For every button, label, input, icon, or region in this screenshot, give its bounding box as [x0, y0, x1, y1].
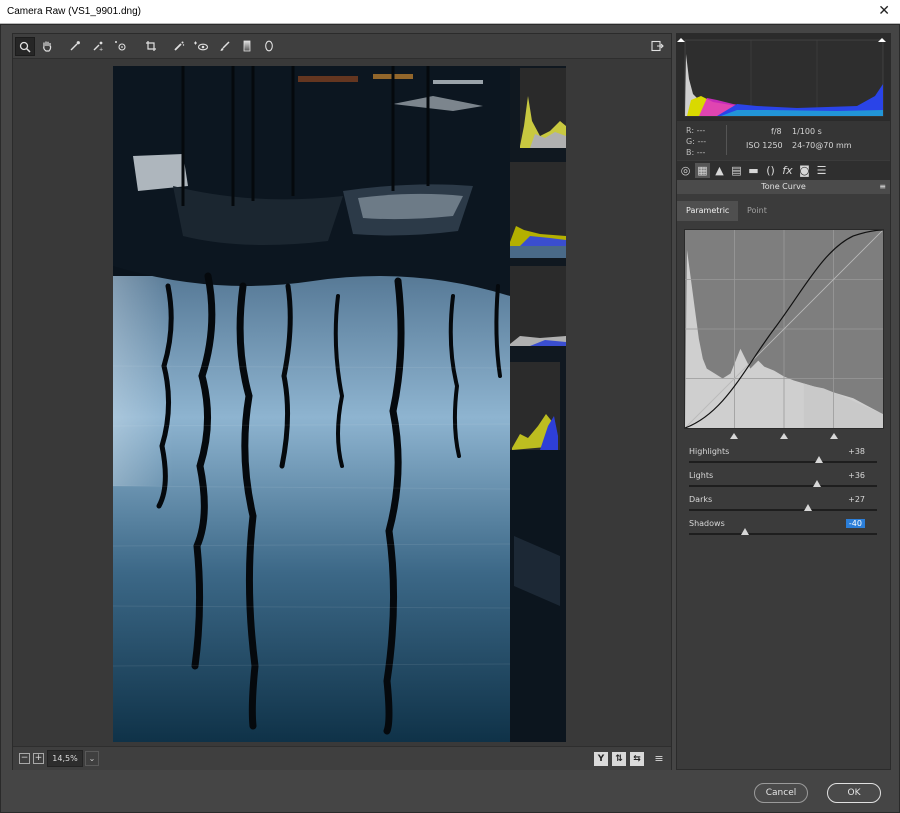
info-divider: [726, 125, 727, 155]
split-marker-highlights[interactable]: [830, 433, 838, 439]
export-icon: [650, 40, 664, 52]
zoom-tool-button[interactable]: [15, 37, 35, 56]
highlights-thumb[interactable]: [814, 456, 823, 463]
highlights-track[interactable]: [689, 461, 877, 463]
tab-point[interactable]: Point: [738, 201, 776, 221]
color-sampler-tool-button[interactable]: +: [88, 37, 108, 56]
magnifier-icon: [19, 41, 31, 53]
panel-title: Tone Curve ≡: [677, 180, 890, 194]
lights-track[interactable]: [689, 485, 877, 487]
radial-filter-tool-button[interactable]: [259, 37, 279, 56]
region-split-markers: [684, 433, 884, 441]
preview-image[interactable]: [113, 66, 510, 742]
lights-slider[interactable]: Lights +36: [689, 471, 877, 493]
red-eye-icon: [194, 41, 209, 51]
shadows-value[interactable]: -40: [845, 519, 865, 528]
color-sampler-icon: +: [93, 41, 103, 52]
ok-button[interactable]: OK: [827, 783, 881, 803]
tone-curve-graph[interactable]: [684, 229, 884, 429]
darks-track[interactable]: [689, 509, 877, 511]
adjustment-brush-tool-button[interactable]: [215, 37, 235, 56]
spot-removal-icon: [174, 41, 185, 51]
window-title: Camera Raw (VS1_9901.dng): [7, 6, 141, 17]
shadows-slider[interactable]: Shadows -40: [689, 519, 877, 541]
aperture: f/8: [771, 127, 782, 136]
close-icon[interactable]: ✕: [878, 3, 890, 19]
status-bar: − + 14,5% ⌄ Y ⇅ ⇆ ≡: [13, 746, 671, 770]
zoom-in-button[interactable]: +: [33, 753, 44, 764]
shadows-label: Shadows: [689, 519, 725, 528]
zoom-level[interactable]: 14,5%: [47, 750, 83, 767]
targeted-adjustment-tool-button[interactable]: [111, 37, 131, 56]
lights-value[interactable]: +36: [848, 471, 865, 480]
presets-icon[interactable]: ☰: [814, 163, 829, 178]
svg-text:+: +: [99, 47, 103, 52]
curve-mode-tabs: Parametric Point: [677, 201, 890, 221]
b-readout: B: ---: [686, 148, 706, 157]
view-settings-icon[interactable]: ≡: [649, 749, 669, 768]
spot-removal-tool-button[interactable]: [169, 37, 189, 56]
shadows-track[interactable]: [689, 533, 877, 535]
split-toning-icon[interactable]: ▬: [746, 163, 761, 178]
panel-menu-icon[interactable]: ≡: [879, 180, 886, 194]
graduated-filter-tool-button[interactable]: [237, 37, 257, 56]
ellipse-icon: [265, 40, 273, 52]
split-marker-shadows[interactable]: [730, 433, 738, 439]
highlights-label: Highlights: [689, 447, 730, 456]
highlights-slider[interactable]: Highlights +38: [689, 447, 877, 469]
chevron-down-icon[interactable]: ⌄: [85, 751, 99, 766]
highlights-value[interactable]: +38: [848, 447, 865, 456]
filmstrip-preview: [510, 66, 566, 742]
title-bar: Camera Raw (VS1_9901.dng) ✕: [0, 0, 900, 24]
shadows-thumb[interactable]: [741, 528, 750, 535]
basic-icon[interactable]: ◎: [678, 163, 693, 178]
camera-info: R: --- G: --- B: --- f/8 1/100 s ISO 125…: [677, 120, 890, 160]
eyedropper-icon: [70, 41, 80, 51]
lights-label: Lights: [689, 471, 714, 480]
hand-tool-button[interactable]: [37, 37, 57, 56]
before-after-toggle-button[interactable]: Y: [594, 752, 608, 766]
panel-tabs: ◎ ▦ ▲ ▤ ▬ () fx ◙ ☰: [677, 161, 890, 180]
r-readout: R: ---: [686, 126, 706, 135]
darks-thumb[interactable]: [804, 504, 813, 511]
preview-panel: + − + 14,5% ⌄ Y ⇅ ⇆ ≡: [12, 33, 672, 770]
gradient-icon: [243, 40, 251, 52]
histogram: [677, 34, 890, 120]
tone-curve-icon[interactable]: ▦: [695, 163, 710, 178]
crop-tool-button[interactable]: [141, 37, 161, 56]
tab-parametric[interactable]: Parametric: [677, 201, 739, 221]
split-marker-midtones[interactable]: [780, 433, 788, 439]
brush-icon: [220, 41, 230, 51]
zoom-out-button[interactable]: −: [19, 753, 30, 764]
target-adjust-icon: [115, 41, 126, 51]
swap-settings-button[interactable]: ⇅: [612, 752, 626, 766]
darks-slider[interactable]: Darks +27: [689, 495, 877, 517]
image-stage[interactable]: [13, 59, 671, 746]
camera-raw-window: + − + 14,5% ⌄ Y ⇅ ⇆ ≡ R: --- G: --- B: -…: [0, 24, 900, 813]
panel-title-text: Tone Curve: [761, 182, 806, 191]
crop-icon: [146, 41, 156, 51]
shutter-speed: 1/100 s: [792, 127, 822, 136]
hsl-icon[interactable]: ▤: [729, 163, 744, 178]
lens-icon[interactable]: (): [763, 163, 778, 178]
lights-thumb[interactable]: [812, 480, 821, 487]
cancel-button[interactable]: Cancel: [754, 783, 808, 803]
effects-icon[interactable]: fx: [780, 163, 795, 178]
hand-icon: [43, 41, 52, 52]
lens: 24-70@70 mm: [792, 141, 852, 150]
darks-label: Darks: [689, 495, 713, 504]
g-readout: G: ---: [686, 137, 707, 146]
adjustment-panel: R: --- G: --- B: --- f/8 1/100 s ISO 125…: [676, 33, 891, 770]
white-balance-tool-button[interactable]: [65, 37, 85, 56]
iso: ISO 1250: [746, 141, 783, 150]
camera-calibration-icon[interactable]: ◙: [797, 163, 812, 178]
toolbar: +: [13, 34, 671, 59]
copy-settings-button[interactable]: ⇆: [630, 752, 644, 766]
detail-icon[interactable]: ▲: [712, 163, 727, 178]
open-preferences-button[interactable]: [647, 37, 667, 56]
red-eye-tool-button[interactable]: [191, 37, 211, 56]
darks-value[interactable]: +27: [848, 495, 865, 504]
